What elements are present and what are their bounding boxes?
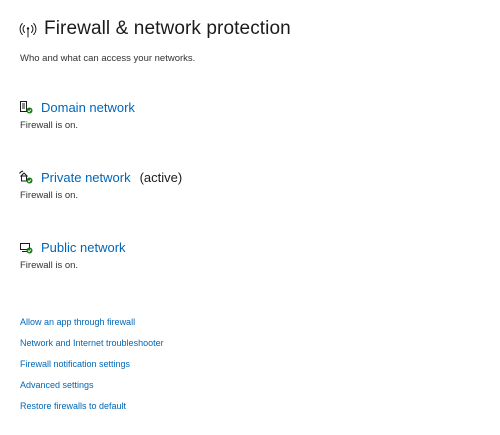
domain-network-link[interactable]: Domain network [41,100,135,115]
firewall-page: Firewall & network protection Who and wh… [0,0,500,435]
allow-app-link[interactable]: Allow an app through firewall [20,316,164,337]
private-network-section: Private network (active) Firewall is on. [19,168,182,201]
active-network-label: (active) [139,169,183,185]
domain-network-status: Firewall is on. [20,120,79,131]
restore-defaults-link[interactable]: Restore firewalls to default [20,400,164,421]
page-header: Firewall & network protection [19,18,291,40]
public-network-status: Firewall is on. [20,260,79,271]
private-network-icon [19,170,33,184]
domain-network-icon [19,100,33,114]
public-network-icon [19,240,33,254]
private-network-link[interactable]: Private network [41,170,131,185]
network-signal-icon [19,21,37,39]
public-network-link[interactable]: Public network [41,240,126,255]
advanced-settings-link[interactable]: Advanced settings [20,379,164,400]
troubleshooter-link[interactable]: Network and Internet troubleshooter [20,337,164,358]
related-links: Allow an app through firewall Network an… [20,316,164,421]
domain-network-section: Domain network Firewall is on. [19,98,135,131]
page-subtitle: Who and what can access your networks. [20,53,196,64]
public-network-section: Public network Firewall is on. [19,238,126,271]
notification-settings-link[interactable]: Firewall notification settings [20,358,164,379]
page-title: Firewall & network protection [44,18,291,39]
private-network-status: Firewall is on. [20,190,79,201]
